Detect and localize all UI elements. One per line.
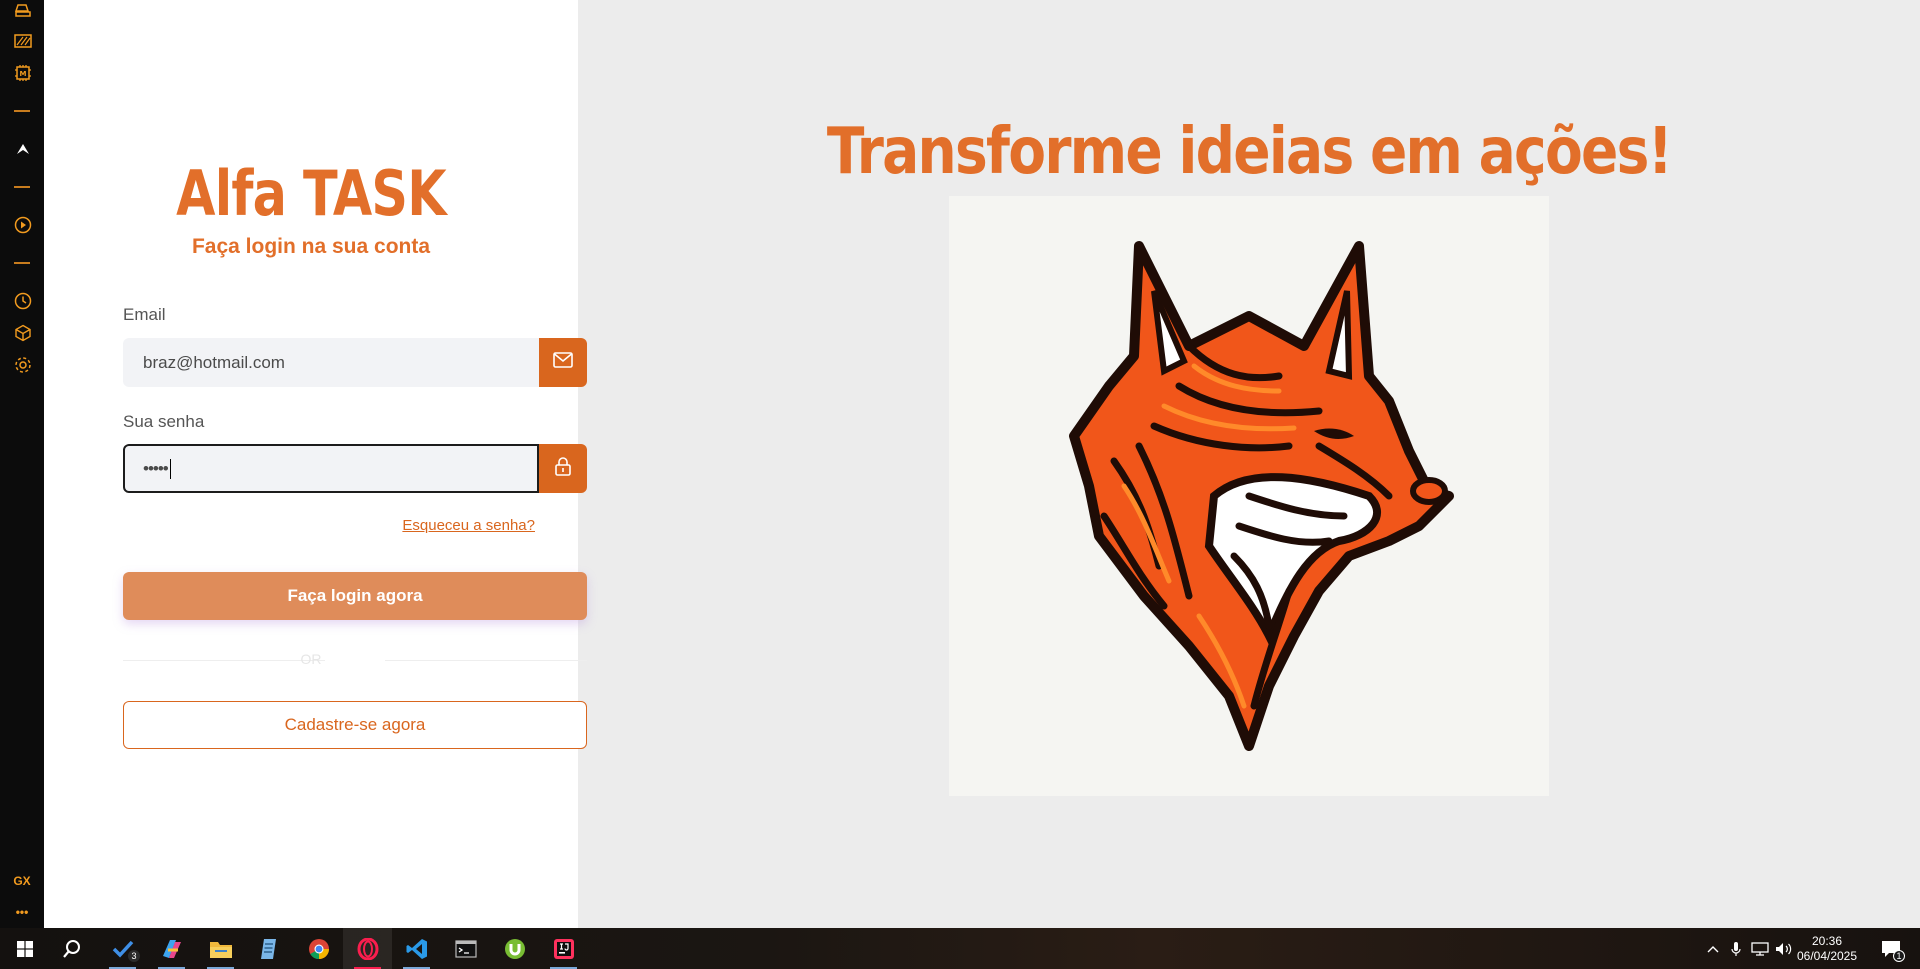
more-icon[interactable]: ••• [0,905,44,919]
hero-title: Transforme ideias em ações! [826,115,1673,189]
sidebar-divider [14,186,30,188]
login-subtitle: Faça login na sua conta [191,235,431,258]
windows-taskbar: 3 20:36 06/04/2025 1 [0,928,1920,969]
password-icon-button [539,444,587,493]
printer-icon[interactable] [12,0,33,21]
microphone-icon[interactable] [1727,928,1745,969]
clock-time: 20:36 [1811,934,1843,948]
stripes-icon[interactable] [12,30,33,51]
app-title: Alfa TASK [176,157,446,230]
signup-button[interactable]: Cadastre-se agora [123,701,587,749]
notepad-icon[interactable] [245,928,294,969]
chrome-icon[interactable] [294,928,343,969]
vscode-icon[interactable] [392,928,441,969]
gx-corner-label[interactable]: GX [0,874,44,888]
todo-icon[interactable]: 3 [98,928,147,969]
network-icon[interactable] [1750,928,1770,969]
password-field-group: ••••• [123,444,587,493]
password-value: ••••• [143,458,169,478]
terminal-icon[interactable] [441,928,490,969]
clock-date: 06/04/2025 [1796,949,1858,963]
login-button[interactable]: Faça login agora [123,572,587,620]
browser-sidebar: M GX ••• [0,0,44,928]
notification-badge: 1 [1893,950,1905,962]
copilot-icon[interactable] [147,928,196,969]
email-field-group: braz@hotmail.com [123,338,587,387]
sidebar-divider [14,110,30,112]
or-divider-right [385,660,587,661]
login-panel: Alfa TASK Faça login na sua conta Email … [44,0,587,928]
email-value: braz@hotmail.com [143,352,285,372]
or-divider-text: OR [300,651,322,667]
gear-icon[interactable] [12,354,33,375]
opera-gx-icon[interactable] [343,928,392,969]
system-clock[interactable]: 20:36 06/04/2025 [1790,934,1864,964]
file-explorer-icon[interactable] [196,928,245,969]
envelope-icon [553,352,573,373]
email-icon-button [539,338,587,387]
password-field[interactable]: ••••• [123,444,539,493]
svg-text:M: M [19,70,26,78]
clock-icon[interactable] [12,290,33,311]
search-icon[interactable] [47,928,96,969]
chevron-up-icon[interactable] [1703,928,1723,969]
sidebar-divider [14,262,30,264]
text-caret [169,458,171,479]
notification-icon[interactable]: 1 [1878,928,1905,969]
start-icon[interactable] [0,928,49,969]
email-field[interactable]: braz@hotmail.com [123,338,539,387]
wing-logo-icon[interactable] [12,138,33,159]
fox-illustration [949,196,1549,796]
cube-icon[interactable] [12,322,33,343]
memory-chip-icon[interactable]: M [12,62,33,83]
play-circle-icon[interactable] [12,214,33,235]
intellij-icon[interactable] [539,928,588,969]
utorrent-icon[interactable] [490,928,539,969]
lock-icon [554,456,572,481]
forgot-password-link[interactable]: Esqueceu a senha? [402,517,535,534]
todo-badge: 3 [128,950,140,962]
fox-head-icon [1069,241,1454,751]
password-label: Sua senha [123,412,205,431]
email-label: Email [123,305,166,324]
